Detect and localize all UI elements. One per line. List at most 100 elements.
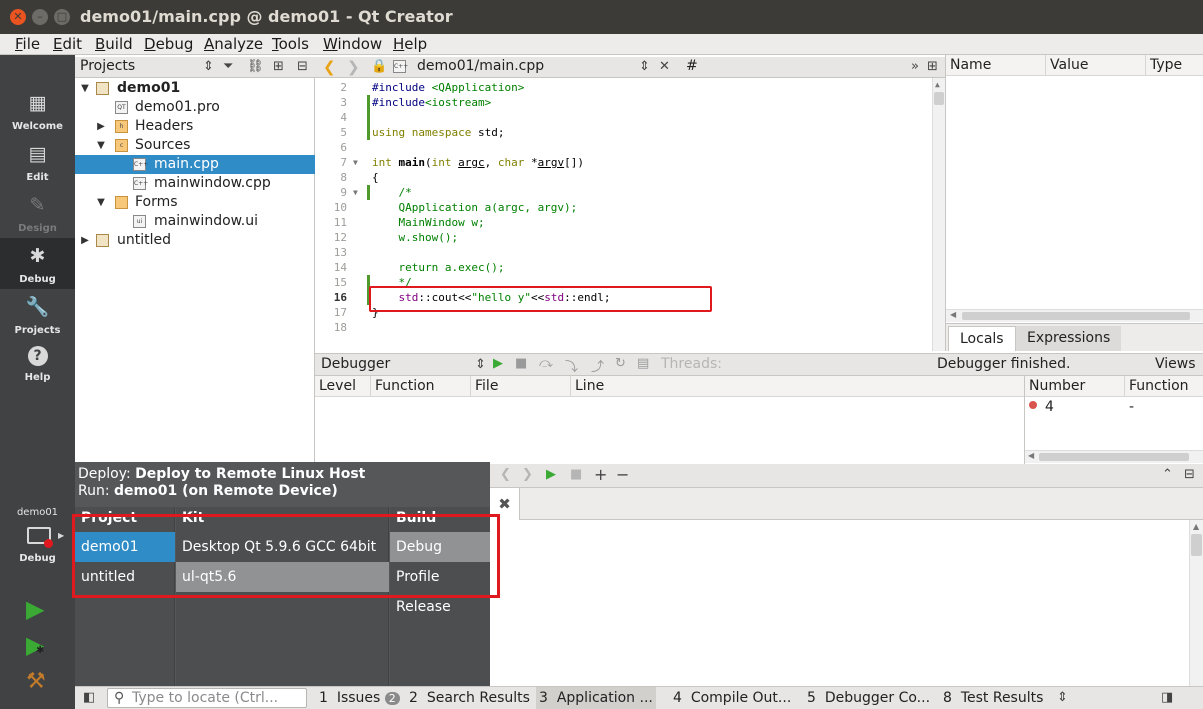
continue-icon[interactable]: ▶ <box>493 356 503 371</box>
maximize-window-button[interactable]: □ <box>54 9 70 25</box>
zoom-in-icon[interactable]: + <box>594 465 607 484</box>
split-icon[interactable]: ⊞ <box>927 59 938 74</box>
threads-scrollbar[interactable]: ◀ <box>1025 450 1203 463</box>
column-header-value[interactable]: Value <box>1046 55 1146 76</box>
stack-view[interactable] <box>315 397 1025 463</box>
instruction-mode-icon[interactable]: ▤ <box>637 356 649 371</box>
tree-item[interactable]: C++ main.cpp <box>75 155 315 174</box>
tree-item[interactable]: QT demo01.pro <box>75 98 315 117</box>
column-header-number[interactable]: Number <box>1025 376 1125 397</box>
tab-expressions[interactable]: Expressions <box>1016 326 1122 351</box>
rerun-icon[interactable]: ▶ <box>546 467 556 482</box>
target-selector[interactable]: demo01 ▶ Debug <box>0 503 75 573</box>
back-arrow-icon[interactable]: ❮ <box>323 58 336 76</box>
tree-item[interactable]: ▶ untitled <box>75 231 315 250</box>
progress-toggle-icon[interactable]: ◨ <box>1161 690 1173 705</box>
build-hammer-icon[interactable]: ⚒ <box>26 669 46 694</box>
tree-item[interactable]: C++ mainwindow.cpp <box>75 174 315 193</box>
symbol-selector[interactable]: # <box>686 58 698 74</box>
chevron-right-icon[interactable]: ▶ <box>95 117 107 136</box>
tree-item[interactable]: ▼ Forms <box>75 193 315 212</box>
column-header-name[interactable]: Name <box>946 55 1046 76</box>
close-pane-icon[interactable]: ⊟ <box>1184 467 1195 482</box>
output-tab-compile-output[interactable]: 4 Compile Out... <box>673 690 791 706</box>
step-out-icon[interactable]: ⤴ <box>591 356 604 375</box>
minimize-window-button[interactable]: – <box>32 9 48 25</box>
forward-arrow-icon[interactable]: ❯ <box>522 467 533 482</box>
thread-row[interactable]: 4 - <box>1025 398 1203 418</box>
menu-analyze[interactable]: Analyze <box>204 35 263 53</box>
column-header-file[interactable]: File <box>471 376 571 397</box>
chevron-down-icon[interactable]: ▼ <box>95 136 107 155</box>
column-header-type[interactable]: Type <box>1146 55 1203 76</box>
scrollbar-thumb[interactable] <box>1191 534 1202 556</box>
column-header-function[interactable]: Function <box>371 376 471 397</box>
step-into-icon[interactable]: ⤵ <box>565 356 578 375</box>
chevron-right-icon[interactable]: ▶ <box>79 231 91 250</box>
step-over-icon[interactable]: ⤼ <box>539 356 553 371</box>
column-header-line[interactable]: Line <box>571 376 1025 397</box>
editor-scrollbar[interactable]: ▲ <box>932 78 945 351</box>
menu-window[interactable]: Window <box>323 35 382 53</box>
close-pane-icon[interactable]: ⊟ <box>297 59 308 74</box>
run-button[interactable]: ▶ <box>26 595 44 623</box>
forward-arrow-icon[interactable]: ❯ <box>347 58 360 76</box>
chevron-down-icon[interactable]: ▼ <box>95 193 107 212</box>
scroll-up-icon[interactable]: ▲ <box>935 80 940 89</box>
stop-icon[interactable]: ■ <box>570 467 582 482</box>
scrollbar-thumb[interactable] <box>962 312 1190 320</box>
mode-edit[interactable]: ▤ Edit <box>0 136 75 187</box>
fold-arrow-icon[interactable]: ▼ <box>353 185 358 200</box>
output-scrollbar[interactable]: ▲ <box>1189 520 1203 686</box>
column-header-level[interactable]: Level <box>315 376 371 397</box>
tab-locals[interactable]: Locals <box>948 326 1016 351</box>
double-chevron-icon[interactable]: » <box>911 59 919 74</box>
menu-edit[interactable]: Edit <box>53 35 82 53</box>
chevron-down-icon[interactable]: ▼ <box>79 79 91 98</box>
column-header-thread-function[interactable]: Function <box>1125 376 1203 397</box>
tree-item[interactable]: ▶ h Headers <box>75 117 315 136</box>
link-icon[interactable]: ⛓ <box>247 59 264 74</box>
menu-build[interactable]: Build <box>95 35 133 53</box>
tree-item[interactable]: ▼ c Sources <box>75 136 315 155</box>
stop-icon[interactable]: ■ <box>515 356 527 371</box>
scrollbar-thumb[interactable] <box>1039 453 1189 461</box>
updown-icon[interactable]: ⇕ <box>1057 690 1068 705</box>
scroll-left-icon[interactable]: ◀ <box>950 310 956 319</box>
updown-icon[interactable]: ⇕ <box>203 59 214 74</box>
output-tab-search-results[interactable]: 2 Search Results <box>409 690 530 706</box>
scrollbar-thumb[interactable] <box>934 92 944 105</box>
output-tab-debugger-console[interactable]: 5 Debugger Co... <box>807 690 930 706</box>
back-arrow-icon[interactable]: ❮ <box>500 467 511 482</box>
mode-debug[interactable]: ✱ Debug <box>0 238 75 289</box>
sidebar-toggle-icon[interactable]: ◧ <box>83 690 95 705</box>
scroll-left-icon[interactable]: ◀ <box>1028 451 1034 460</box>
mode-help[interactable]: ? Help <box>0 340 75 391</box>
updown-icon[interactable]: ⇕ <box>475 357 486 372</box>
output-tab-test-results[interactable]: 8 Test Results <box>943 690 1043 706</box>
output-tab-issues[interactable]: 1 Issues 2 <box>319 690 400 706</box>
menu-file[interactable]: File <box>15 35 40 53</box>
views-menu[interactable]: Views <box>1155 356 1196 372</box>
debugger-title[interactable]: Debugger <box>321 356 390 372</box>
zoom-out-icon[interactable]: − <box>616 465 629 484</box>
tree-item[interactable]: ui mainwindow.ui <box>75 212 315 231</box>
menu-tools[interactable]: Tools <box>272 35 309 53</box>
scroll-up-icon[interactable]: ▲ <box>1193 522 1199 531</box>
output-tab-application-output[interactable]: 3 Application ... <box>536 687 656 709</box>
filter-icon[interactable]: ⏷ <box>223 59 233 74</box>
locator-input[interactable]: ⚲ Type to locate (Ctrl... <box>107 688 307 708</box>
mode-projects[interactable]: 🔧 Projects <box>0 289 75 340</box>
maximize-pane-icon[interactable]: ⌃ <box>1162 467 1173 482</box>
tree-item[interactable]: ▼ demo01 <box>75 79 315 98</box>
editor-filename[interactable]: demo01/main.cpp <box>417 58 544 74</box>
close-document-icon[interactable]: ✕ <box>659 59 670 74</box>
mode-welcome[interactable]: ▦ Welcome <box>0 85 75 136</box>
restart-icon[interactable]: ↻ <box>615 356 626 371</box>
application-output[interactable]: ▲ <box>490 520 1203 686</box>
locals-scrollbar[interactable]: ◀ <box>946 309 1203 322</box>
split-icon[interactable]: ⊞ <box>273 59 284 74</box>
menu-debug[interactable]: Debug <box>144 35 193 53</box>
menu-help[interactable]: Help <box>393 35 427 53</box>
updown-icon[interactable]: ⇕ <box>639 59 650 74</box>
